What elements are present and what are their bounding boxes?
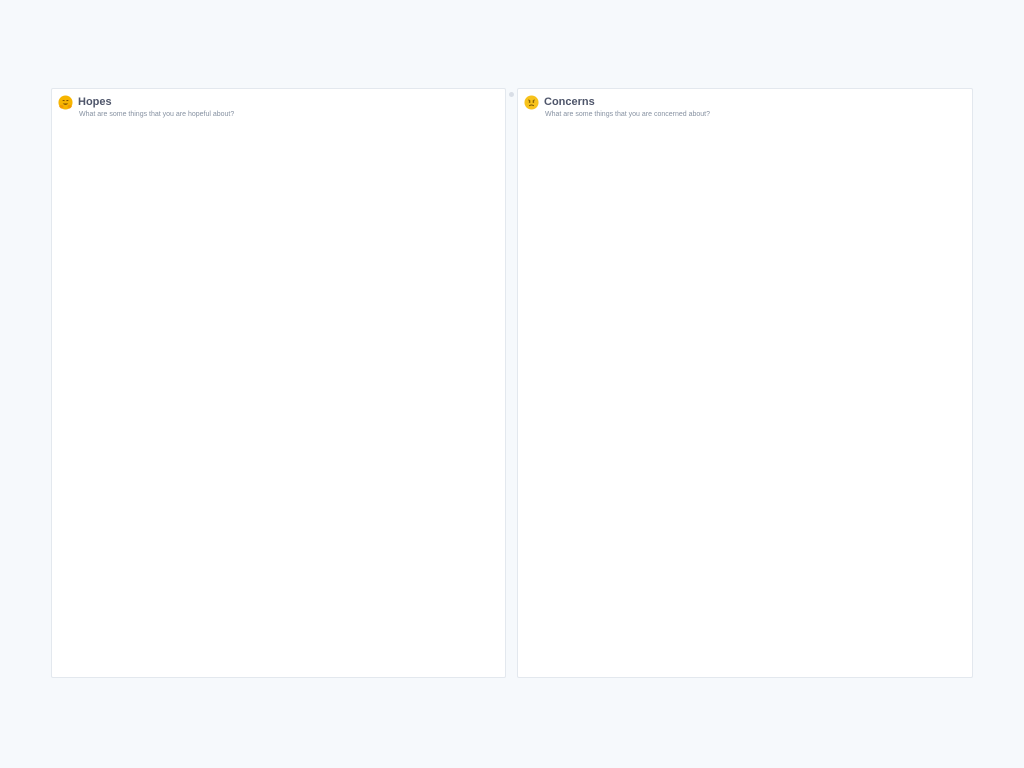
column-header: Concerns What are some things that you a… xyxy=(524,95,966,121)
column-resize-handle[interactable] xyxy=(509,92,514,97)
worried-face-emoji-icon xyxy=(524,95,539,110)
column-title: Concerns xyxy=(544,96,595,108)
column-title: Hopes xyxy=(78,96,112,108)
retro-board: Hopes What are some things that you are … xyxy=(51,88,973,680)
column-subtitle: What are some things that you are hopefu… xyxy=(79,111,235,118)
column-concerns[interactable]: Concerns What are some things that you a… xyxy=(517,88,973,678)
column-header: Hopes What are some things that you are … xyxy=(58,95,499,121)
hugging-face-emoji-icon xyxy=(58,95,73,110)
column-subtitle: What are some things that you are concer… xyxy=(545,111,710,118)
column-hopes[interactable]: Hopes What are some things that you are … xyxy=(51,88,506,678)
